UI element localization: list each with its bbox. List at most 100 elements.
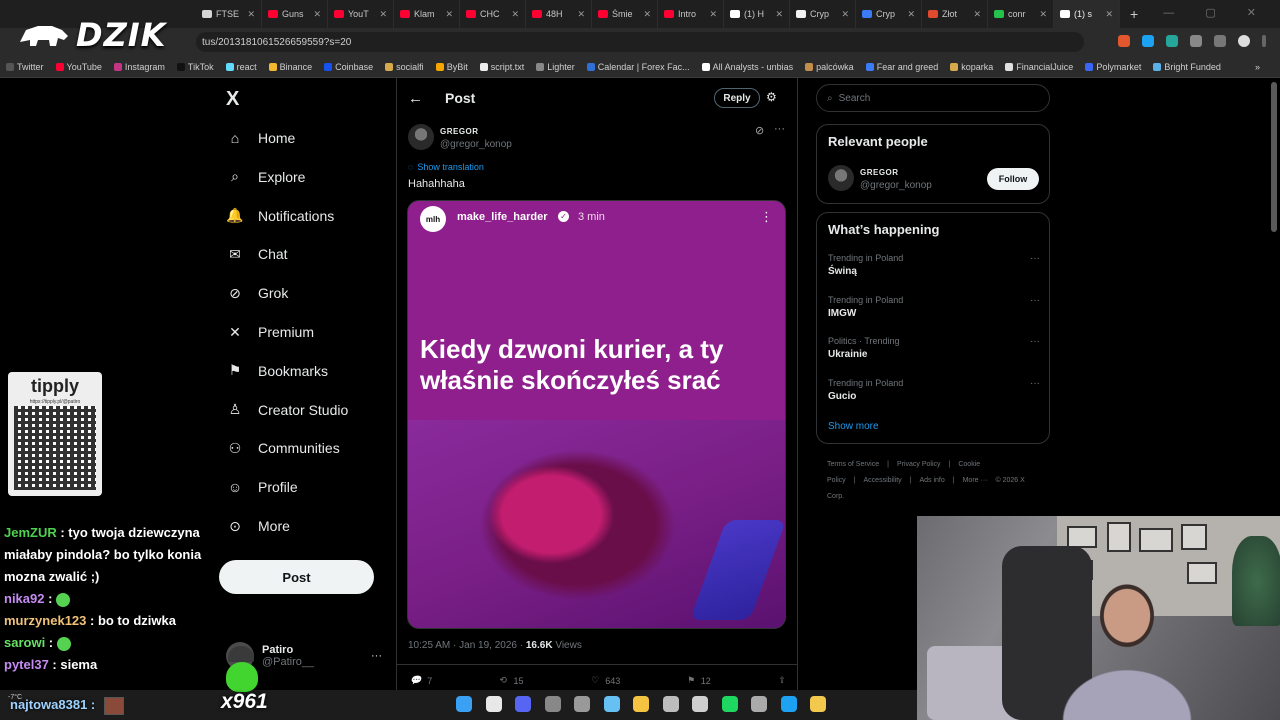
taskbar-app-icon[interactable] (515, 696, 531, 712)
repost-action[interactable]: ⟲ 15 (500, 675, 524, 686)
extension-icon[interactable] (1118, 35, 1130, 47)
footer-link[interactable]: Ads info (919, 477, 944, 484)
sliders-icon[interactable]: ⚙ (766, 90, 777, 104)
back-arrow-icon[interactable]: ← (408, 90, 423, 107)
trend-more-icon[interactable]: ··· (1030, 336, 1040, 347)
author-name[interactable]: GREGOR (440, 127, 479, 136)
tab-close-icon[interactable]: ✕ (973, 9, 981, 20)
taskbar-app-icon[interactable] (662, 696, 679, 712)
bookmark-item[interactable]: Lighter (536, 62, 575, 72)
nav-item-chat[interactable]: ✉ Chat (226, 245, 287, 263)
tab-close-icon[interactable]: ✕ (445, 9, 453, 20)
reply-button[interactable]: Reply (714, 88, 760, 108)
browser-tab[interactable]: CHC ✕ (460, 0, 526, 28)
browser-tab[interactable]: Złot ✕ (922, 0, 988, 28)
browser-tab[interactable]: FTSE ✕ (196, 0, 262, 28)
taskbar-app-icon[interactable] (456, 696, 472, 712)
taskbar-app-icon[interactable] (485, 696, 502, 712)
nav-item-home[interactable]: ⌂ Home (226, 129, 296, 147)
browser-tab[interactable]: Guns ✕ (262, 0, 328, 28)
bookmark-item[interactable]: koparka (950, 62, 993, 72)
browser-tab[interactable]: Intro ✕ (658, 0, 724, 28)
trend-more-icon[interactable]: ··· (1030, 295, 1040, 306)
tab-close-icon[interactable]: ✕ (1039, 9, 1047, 20)
trend-more-icon[interactable]: ··· (1030, 253, 1040, 264)
taskbar-app-icon[interactable] (544, 696, 561, 712)
bookmark-item[interactable]: Calendar | Forex Fac... (586, 62, 690, 72)
browser-tab[interactable]: 48H ✕ (526, 0, 592, 28)
bookmark-item[interactable]: ByBit (435, 62, 468, 72)
puzzle-icon[interactable] (1190, 35, 1202, 47)
follow-button[interactable]: Follow (987, 168, 1039, 190)
bookmarks-more-icon[interactable]: » (1255, 62, 1260, 72)
search-input[interactable]: ⌕ Search (816, 84, 1050, 112)
nav-item-notifications[interactable]: 🔔 Notifications (226, 207, 334, 225)
bookmark-item[interactable]: script.txt (479, 62, 524, 72)
browser-tab[interactable]: Cryp ✕ (790, 0, 856, 28)
bookmark-item[interactable]: YouTube (55, 62, 102, 72)
bookmark-item[interactable]: Fear and greed (865, 62, 938, 72)
more-icon[interactable]: ··· (774, 123, 785, 135)
grok-icon[interactable]: ⊘ (755, 124, 764, 137)
scrollbar[interactable] (1271, 82, 1277, 232)
nav-item-explore[interactable]: ⌕ Explore (226, 168, 305, 186)
browser-tab[interactable]: (1) H ✕ (724, 0, 790, 28)
bookmark-item[interactable]: palcówka (805, 62, 854, 72)
tab-close-icon[interactable]: ✕ (247, 9, 255, 20)
browser-tab[interactable]: Klam ✕ (394, 0, 460, 28)
post-button[interactable]: Post (219, 560, 374, 594)
tab-close-icon[interactable]: ✕ (313, 9, 321, 20)
footer-link[interactable]: More ··· (963, 477, 988, 484)
nav-item-more[interactable]: ⊙ More (226, 517, 290, 535)
nav-item-bookmarks[interactable]: ⚑ Bookmarks (226, 362, 328, 380)
browser-tab[interactable]: Śmie ✕ (592, 0, 658, 28)
extension-icon[interactable] (1166, 35, 1178, 47)
nav-item-profile[interactable]: ☺ Profile (226, 478, 298, 496)
bookmark-item[interactable]: Coinbase (324, 62, 373, 72)
taskbar-app-icon[interactable] (751, 696, 767, 712)
new-tab-button[interactable]: + (1130, 6, 1138, 22)
bookmark-item[interactable]: TikTok (176, 62, 214, 72)
taskbar-app-icon[interactable] (633, 696, 649, 712)
menu-icon[interactable] (1214, 35, 1226, 47)
tab-close-icon[interactable]: ✕ (1105, 9, 1113, 20)
trend-item[interactable]: Politics · Trending Ukrainie ··· (828, 336, 1040, 360)
share-action[interactable]: ⇪ (778, 675, 786, 686)
author-handle[interactable]: @gregor_konop (440, 139, 512, 150)
taskbar-app-icon[interactable] (780, 696, 797, 712)
taskbar-app-icon[interactable] (721, 696, 738, 712)
browser-tab[interactable]: Cryp ✕ (856, 0, 922, 28)
extension-icon[interactable] (1142, 35, 1154, 47)
taskbar-app-icon[interactable] (603, 696, 620, 712)
footer-link[interactable]: Privacy Policy (897, 461, 941, 468)
tab-close-icon[interactable]: ✕ (379, 9, 387, 20)
nav-item-premium[interactable]: ✕ Premium (226, 323, 314, 341)
footer-link[interactable]: Accessibility (864, 477, 902, 484)
bookmark-item[interactable]: Bright Funded (1153, 62, 1221, 72)
bookmark-item[interactable]: Binance (268, 62, 312, 72)
bookmark-item[interactable]: socialfi (385, 62, 424, 72)
relevant-name[interactable]: GREGOR (860, 168, 899, 177)
account-more-icon[interactable]: ··· (371, 650, 382, 662)
x-logo-icon[interactable]: X (226, 88, 239, 111)
nav-item-grok[interactable]: ⊘ Grok (226, 284, 288, 302)
trend-item[interactable]: Trending in Poland Świną ··· (828, 253, 1040, 277)
author-avatar[interactable] (408, 124, 434, 150)
tab-close-icon[interactable]: ✕ (511, 9, 519, 20)
relevant-handle[interactable]: @gregor_konop (860, 180, 932, 191)
like-action[interactable]: ♡ 643 (591, 675, 620, 686)
tab-close-icon[interactable]: ✕ (841, 9, 849, 20)
tab-close-icon[interactable]: ✕ (577, 9, 585, 20)
browser-tab[interactable]: conr ✕ (988, 0, 1054, 28)
address-bar[interactable]: tus/2013181061526659559?s=20 (196, 32, 1084, 52)
bookmark-item[interactable]: FinancialJuice (1005, 62, 1073, 72)
nav-item-communities[interactable]: ⚇ Communities (226, 439, 340, 457)
trend-more-icon[interactable]: ··· (1030, 378, 1040, 389)
kebab-menu-icon[interactable] (1262, 35, 1266, 47)
bookmark-item[interactable]: Instagram (113, 62, 165, 72)
browser-tab[interactable]: YouT ✕ (328, 0, 394, 28)
bookmark-item[interactable]: react (225, 62, 257, 72)
show-translation-link[interactable]: ◌ Show translation (408, 162, 484, 172)
bookmark-item[interactable]: Polymarket (1085, 62, 1141, 72)
nav-item-creator-studio[interactable]: ♙ Creator Studio (226, 401, 349, 419)
